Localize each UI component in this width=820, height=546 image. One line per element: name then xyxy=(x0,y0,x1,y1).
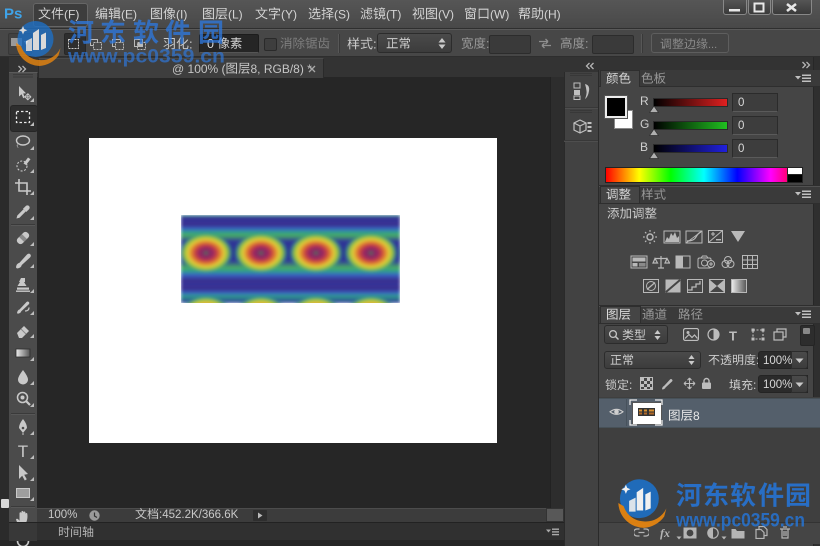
svg-text:(T): (T) xyxy=(386,7,401,21)
svg-text:8: 8 xyxy=(693,409,700,423)
svg-text::452.2K/366.6K: :452.2K/366.6K xyxy=(159,509,239,521)
svg-text:G: G xyxy=(640,117,649,131)
svg-text:B: B xyxy=(640,140,648,154)
svg-text:R: R xyxy=(640,94,649,108)
svg-text:...: ... xyxy=(708,39,717,51)
svg-text::: : xyxy=(585,37,588,51)
svg-text:0: 0 xyxy=(738,97,744,109)
svg-text:(W): (W) xyxy=(490,7,509,21)
svg-text:T: T xyxy=(729,328,737,343)
svg-text:100%: 100% xyxy=(763,355,792,367)
svg-text:(V): (V) xyxy=(438,7,454,21)
svg-text:(Y): (Y) xyxy=(281,7,297,21)
svg-text:0: 0 xyxy=(738,120,744,132)
svg-text:100%: 100% xyxy=(763,379,792,391)
svg-text::: : xyxy=(753,378,756,392)
svg-text:(H): (H) xyxy=(544,7,561,21)
svg-text:8, RGB/8) *: 8, RGB/8) * xyxy=(251,62,313,76)
svg-text:0: 0 xyxy=(738,143,744,155)
svg-text:www.pc0359.cn: www.pc0359.cn xyxy=(676,510,805,531)
svg-text::: : xyxy=(629,378,632,392)
svg-text:T: T xyxy=(18,442,28,461)
svg-text:(S): (S) xyxy=(334,7,350,21)
svg-text:www.pc0359.cn: www.pc0359.cn xyxy=(68,46,225,67)
svg-text:100%: 100% xyxy=(48,509,77,521)
